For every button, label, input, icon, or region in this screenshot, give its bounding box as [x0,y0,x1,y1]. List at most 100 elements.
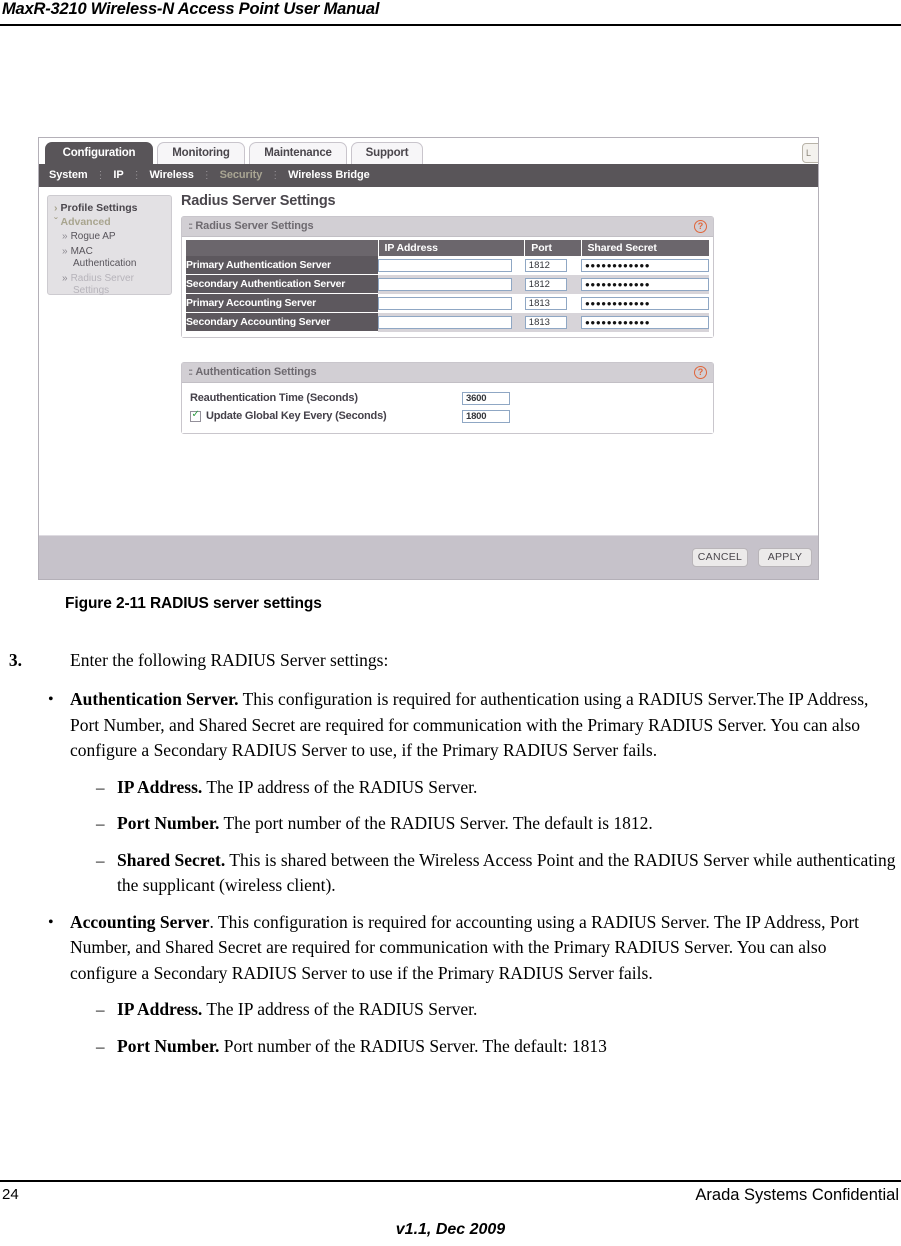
cell-shared-secret: ●●●●●●●●●●●● [581,312,709,332]
cell-port: 1813 [524,312,581,332]
row-label-primary-accounting-server: Primary Accounting Server [186,293,379,313]
step-number: 3. [8,650,22,670]
column-header-ip-address: IP Address [378,240,526,256]
update-global-key-checkbox[interactable] [190,409,201,422]
subitem-lead: IP Address. [117,776,203,797]
header-rule [0,24,901,26]
shared-secret-input[interactable]: ●●●●●●●●●●●● [581,277,709,291]
panel-header: :: Authentication Settings ? [182,363,713,383]
running-header-text: MaxR-3210 Wireless-N Access Point User M… [2,0,380,18]
subitem-text: The IP address of the RADIUS Server. [202,776,478,797]
sidebar-item-rogue-ap[interactable]: » Rogue AP [52,231,167,244]
ip-address-input[interactable] [378,315,513,329]
subitem-text: The IP address of the RADIUS Server. [202,999,478,1019]
row-label-secondary-authentication-server: Secondary Authentication Server [186,274,379,294]
table-row: Primary Authentication Server 1812 ●●●●●… [186,256,709,275]
table-header-row: IP Address Port Shared Secret [186,240,709,256]
table-row: Secondary Accounting Server 1813 ●●●●●●●… [186,312,709,332]
tab-support[interactable]: Support [351,142,423,164]
port-input[interactable]: 1812 [524,277,567,291]
column-header-port: Port [524,240,582,256]
subitem-text: This is shared between the Wireless Acce… [117,849,896,896]
reauthentication-time-input[interactable]: 3600 [462,391,510,405]
port-input[interactable]: 1812 [524,258,567,272]
reauthentication-time-row: Reauthentication Time (Seconds) 3600 [186,389,709,407]
grip-icon: :: [188,220,194,232]
cell-port: 1812 [524,274,581,294]
cell-ip-address [378,256,525,275]
sidebar-item-label-line2: Settings [73,285,110,296]
double-chevron-icon: » [62,245,68,257]
bullet-authentication-server: • Authentication Server. This configurati… [0,687,901,764]
cell-ip-address [378,312,525,332]
app-subnav: System ⋮ IP ⋮ Wireless ⋮ Security ⋮ Wire… [39,164,818,187]
update-global-key-input[interactable]: 1800 [462,409,510,423]
subnav-divider: ⋮ [201,170,212,181]
ip-address-input[interactable] [378,296,513,310]
page-footer: 24 Arada Systems Confidential [0,1186,901,1210]
port-input[interactable]: 1813 [524,296,567,310]
sidebar-item-label: Profile Settings [60,202,138,214]
bullet-lead: Authentication Server. [70,689,239,709]
subitem-auth-port-number: – Port Number. The port number of the RAD… [0,811,901,837]
shared-secret-input[interactable]: ●●●●●●●●●●●● [581,315,709,329]
sidebar-item-label-line2: Authentication [73,258,137,269]
subnav-item-system[interactable]: System [49,169,88,181]
column-header-blank [186,240,379,256]
sidebar-item-radius-server-settings[interactable]: » Radius Server Settings [52,273,167,298]
panel-title: Authentication Settings [195,366,317,378]
panel-body: IP Address Port Shared Secret Primary Au… [182,237,713,337]
subitem-lead: Shared Secret. [117,849,226,870]
bullet-accounting-server: • Accounting Server. This configuration i… [0,910,901,987]
port-input[interactable]: 1813 [524,315,567,329]
subnav-divider: ⋮ [270,170,281,181]
table-row: Primary Accounting Server 1813 ●●●●●●●●●… [186,293,709,313]
document-body: 3. Enter the following RADIUS Server sett… [0,648,901,1070]
update-global-key-row: Update Global Key Every (Seconds) 1800 [186,407,709,425]
sidebar-item-advanced[interactable]: ˇ Advanced [52,215,167,229]
app-sidebar: › Profile Settings ˇ Advanced » Rogue AP » M… [47,195,172,298]
shared-secret-input[interactable]: ●●●●●●●●●●●● [581,258,709,272]
tab-maintenance[interactable]: Maintenance [249,142,347,164]
help-icon[interactable]: ? [694,366,707,379]
subitem-lead: Port Number. [117,813,220,833]
cell-port: 1812 [524,256,581,275]
bullet-icon: • [48,913,54,931]
subitem-auth-ip-address: – IP Address. The IP address of the RADIU… [0,775,901,801]
figure-screenshot: Configuration Monitoring Maintenance Sup… [38,137,819,580]
grip-icon: :: [188,366,194,378]
figure-caption: Figure 2-11 RADIUS server settings [65,595,322,612]
subitem-acct-ip-address: – IP Address. The IP address of the RADIU… [0,997,901,1023]
subitem-text: Port number of the RADIUS Server. The de… [219,1035,607,1056]
shared-secret-input[interactable]: ●●●●●●●●●●●● [581,296,709,310]
sidebar-item-mac-authentication[interactable]: » MAC Authentication [52,246,167,271]
logout-button[interactable]: L [802,143,818,163]
subnav-item-ip[interactable]: IP [113,169,123,181]
dash-icon: – [96,850,105,870]
panel-body: Reauthentication Time (Seconds) 3600 Upd… [182,383,713,433]
document-version: v1.1, Dec 2009 [395,1221,506,1238]
page-title: Radius Server Settings [181,193,336,209]
tab-configuration[interactable]: Configuration [45,142,153,164]
ip-address-input[interactable] [378,258,513,272]
page-number: 24 [2,1186,19,1203]
app-tabstrip: Configuration Monitoring Maintenance Sup… [39,138,818,164]
subnav-item-wireless[interactable]: Wireless [149,169,193,181]
ip-address-input[interactable] [378,277,513,291]
update-global-key-label: Update Global Key Every (Seconds) [206,410,387,422]
subnav-item-security[interactable]: Security [220,169,263,181]
panel-title: Radius Server Settings [195,220,314,232]
sidebar-item-profile-settings[interactable]: › Profile Settings [52,201,167,215]
dash-icon: – [96,1036,105,1056]
panel-header: :: Radius Server Settings ? [182,217,713,237]
subitem-auth-shared-secret: – Shared Secret. This is shared between t… [0,848,901,899]
help-icon[interactable]: ? [694,220,707,233]
tab-monitoring[interactable]: Monitoring [157,142,245,164]
radius-server-settings-panel: :: Radius Server Settings ? IP Address Po… [181,216,714,338]
subnav-item-wireless-bridge[interactable]: Wireless Bridge [288,169,370,181]
app-action-bar: CANCEL APPLY [39,535,818,579]
step-3: 3. Enter the following RADIUS Server sett… [0,648,901,673]
radius-servers-table: IP Address Port Shared Secret Primary Au… [186,240,709,332]
cancel-button[interactable]: CANCEL [692,548,748,567]
apply-button[interactable]: APPLY [758,548,812,567]
